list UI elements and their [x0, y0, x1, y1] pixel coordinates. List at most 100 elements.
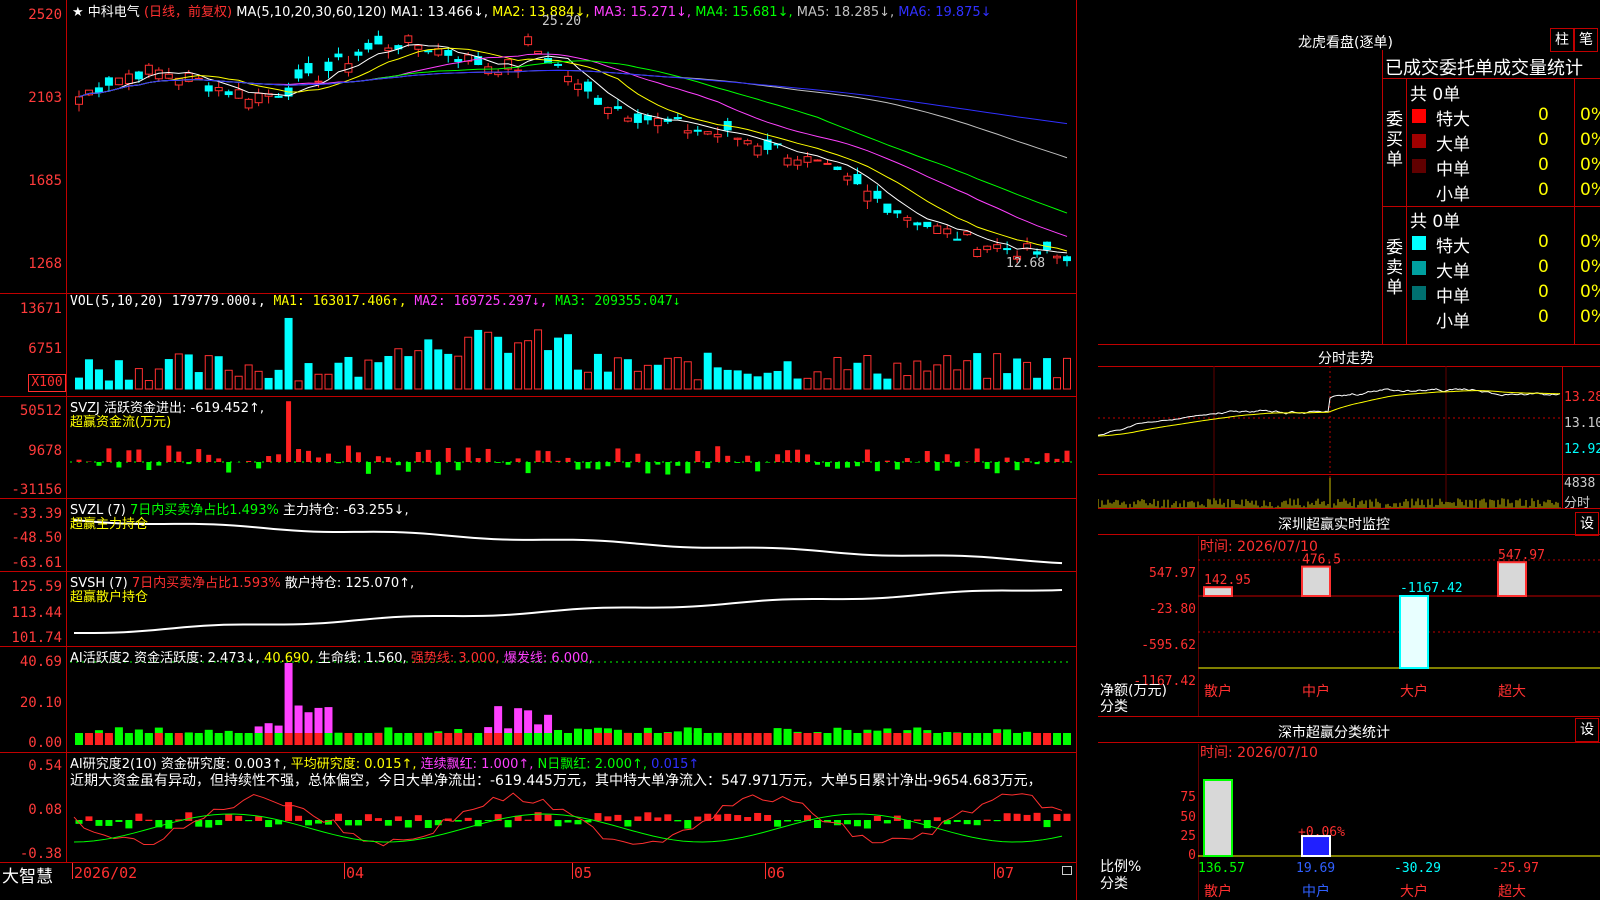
- research-bar: [334, 813, 342, 821]
- sz-monitor-settings-button[interactable]: 设: [1575, 512, 1599, 536]
- favorite-star-icon[interactable]: ★: [72, 5, 84, 20]
- fund-flow-bar: [246, 460, 252, 462]
- activity-base-bar: [394, 733, 403, 745]
- candle: [164, 73, 173, 79]
- research-bar: [1043, 820, 1051, 828]
- research-bar: [1063, 813, 1071, 821]
- column-view-button[interactable]: 柱: [1550, 28, 1574, 52]
- candle: [564, 75, 573, 83]
- fund-flow-bar: [116, 462, 122, 468]
- volume-bar: [923, 370, 932, 390]
- volume-bar: [214, 356, 223, 390]
- volume-bar: [544, 350, 553, 390]
- fund-flow-bar: [525, 462, 531, 474]
- activity-bar: [284, 663, 293, 745]
- tick-view-button[interactable]: 笔: [1574, 28, 1598, 52]
- candle: [384, 47, 393, 52]
- research-bar: [853, 820, 861, 827]
- volume-bar: [813, 371, 822, 390]
- activity-base-bar: [364, 733, 373, 745]
- fund-flow-bar: [176, 451, 182, 462]
- activity-base-bar: [693, 733, 702, 745]
- sell-side-label: 委卖单: [1386, 238, 1403, 298]
- research-bar: [235, 815, 243, 821]
- candle: [324, 61, 333, 71]
- order-row-pct: 0%: [1580, 180, 1600, 200]
- volume-bar: [154, 368, 163, 390]
- divider: [1098, 742, 1600, 743]
- ma-line: [78, 60, 1068, 214]
- intraday-chart[interactable]: [1098, 366, 1562, 508]
- activity-base-bar: [464, 733, 473, 745]
- order-row-name: 小单: [1436, 312, 1470, 332]
- period-label[interactable]: (日线，前复权): [144, 5, 232, 20]
- candle: [364, 42, 373, 50]
- intraday-title: 分时走势: [1318, 351, 1374, 367]
- fund-flow-bar: [96, 462, 102, 466]
- volume-bar: [164, 359, 173, 390]
- monitor-bar: [1301, 565, 1331, 597]
- volume-bar: [903, 375, 912, 390]
- ai-research-axis-tick: 0.54: [28, 758, 62, 774]
- class-category: 大户: [1400, 883, 1428, 900]
- volume-bar: [703, 352, 712, 390]
- candle: [494, 72, 503, 76]
- fund-flow-bar: [465, 447, 471, 462]
- volume-bar: [134, 368, 143, 390]
- date-label: 2026/02: [74, 864, 138, 882]
- activity-base-bar: [294, 733, 303, 745]
- research-bar: [544, 814, 552, 821]
- fund-flow-bar: [445, 447, 451, 462]
- buy-total: 共 0单: [1410, 85, 1461, 105]
- research-bar: [953, 820, 961, 822]
- sz-monitor-title: 深圳超赢实时监控: [1278, 517, 1390, 533]
- ai-research-comment: 近期大资金虽有异动，但持续性不强，总体偏空，今日大单净流出：-619.445万元…: [70, 773, 1042, 789]
- svzl-axis-tick: -63.61: [11, 555, 62, 571]
- candle: [713, 133, 722, 138]
- ma3-value: MA3: 15.271↓,: [593, 5, 692, 20]
- volume-bar: [803, 377, 812, 390]
- ai2-value2: 40.690,: [264, 651, 314, 666]
- activity-base-bar: [264, 733, 273, 745]
- fund-flow-bar: [1054, 458, 1060, 462]
- activity-base-bar: [683, 733, 692, 745]
- volume-bar: [504, 352, 513, 390]
- sz-class-title: 深市超赢分类统计: [1278, 725, 1390, 741]
- activity-base-bar: [753, 733, 762, 745]
- fund-flow-bar: [874, 462, 880, 472]
- candle: [703, 131, 712, 135]
- retail-holding-line: [73, 588, 1063, 635]
- fund-flow-bar: [186, 462, 192, 465]
- candle: [603, 107, 612, 114]
- activity-base-bar: [254, 733, 263, 745]
- fund-flow-bar: [675, 462, 681, 466]
- ma5-value: MA5: 18.285↓,: [796, 5, 895, 20]
- activity-base-bar: [863, 733, 872, 745]
- candle: [693, 129, 702, 132]
- fund-flow-bar: [1014, 462, 1020, 471]
- candle: [683, 130, 692, 134]
- sz-class-settings-button[interactable]: 设: [1575, 718, 1599, 742]
- candle: [983, 245, 992, 251]
- lock-icon[interactable]: [1062, 866, 1072, 875]
- candle: [524, 36, 533, 46]
- candle: [933, 225, 942, 234]
- fund-flow-bar: [216, 458, 222, 462]
- volume-bar: [623, 359, 632, 390]
- candle: [104, 77, 113, 86]
- fund-flow-bar: [805, 454, 811, 462]
- fund-flow-bar: [864, 449, 870, 462]
- research-bar: [85, 816, 93, 821]
- fund-flow-bar: [355, 452, 361, 462]
- ai2-burst-line: 爆发线: 6.000,: [503, 651, 593, 666]
- volume-bar: [583, 371, 592, 390]
- activity-base-bar: [114, 733, 123, 745]
- volume-bar: [773, 370, 782, 390]
- ai2-lifeline: 生命线: 1.560,: [317, 651, 407, 666]
- activity-base-bar: [154, 733, 163, 745]
- high-price-label: 25.20: [542, 14, 582, 29]
- fund-flow-bar: [166, 445, 172, 462]
- fund-flow-bar: [266, 456, 272, 462]
- svzj-subtitle: 超赢资金流(万元): [70, 415, 172, 430]
- volume-bar: [564, 334, 573, 390]
